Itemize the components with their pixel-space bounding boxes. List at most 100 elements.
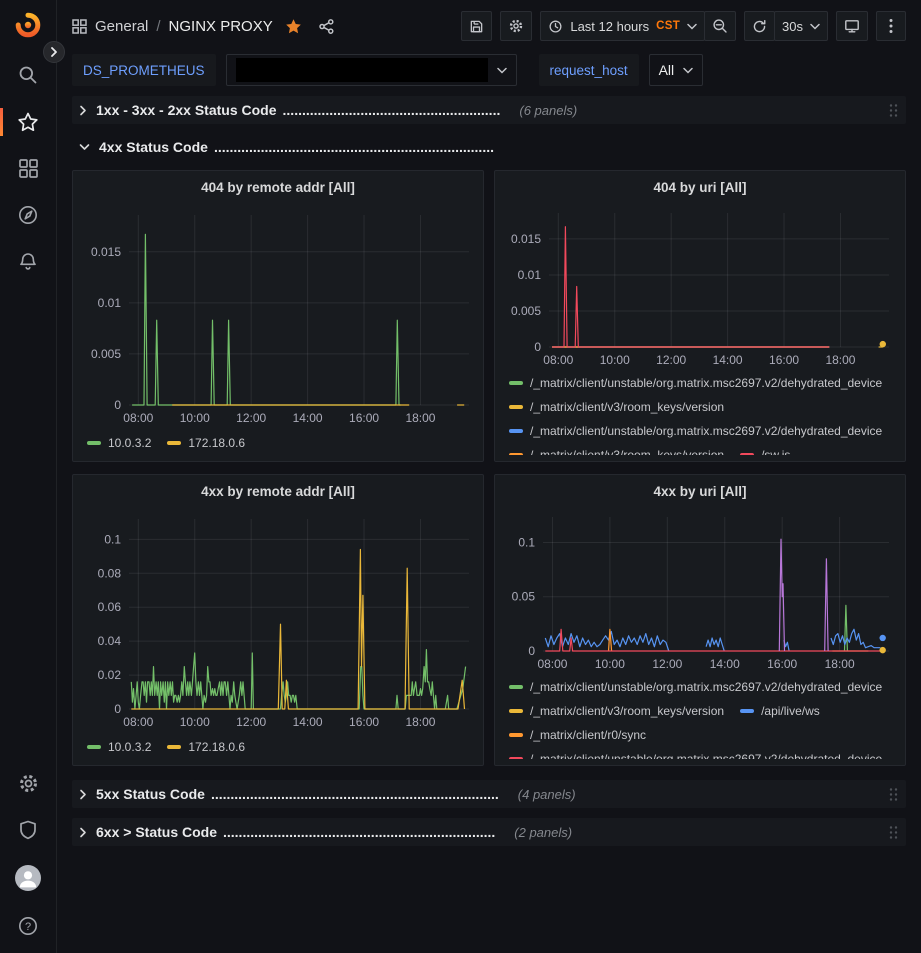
- sidebar-item-help[interactable]: ?: [0, 915, 56, 937]
- svg-text:18:00: 18:00: [825, 353, 855, 367]
- request-host-select[interactable]: All: [649, 54, 704, 86]
- svg-text:16:00: 16:00: [349, 715, 379, 729]
- row-drag-handle[interactable]: [889, 825, 898, 840]
- legend-series-label: /_matrix/client/unstable/org.matrix.msc2…: [530, 424, 882, 438]
- variables-bar: DS_PROMETHEUS request_host All: [72, 52, 906, 88]
- panel-4xx-by-remote-addr: 4xx by remote addr [All] 00.020.040.060.…: [72, 474, 484, 766]
- svg-text:0: 0: [114, 702, 121, 716]
- sidebar-item-alerting[interactable]: [0, 251, 56, 273]
- row-drag-handle[interactable]: [889, 103, 898, 118]
- row-panel-count: (6 panels): [519, 103, 577, 118]
- legend-series-swatch: [509, 709, 523, 713]
- timeseries-chart-404-by-remote-addr[interactable]: 00.0050.010.01508:0010:0012:0014:0016:00…: [81, 201, 477, 431]
- tv-mode-button[interactable]: [836, 11, 868, 41]
- panel-title[interactable]: 4xx by uri [All]: [503, 479, 897, 505]
- panel-title[interactable]: 4xx by remote addr [All]: [81, 479, 475, 505]
- dashboard-row-5xx[interactable]: 5xx Status Code ........................…: [72, 780, 906, 808]
- legend-item[interactable]: /_matrix/client/v3/room_keys/version: [509, 699, 724, 723]
- legend-series-label: /_matrix/client/unstable/org.matrix.msc2…: [530, 376, 882, 390]
- panel-title[interactable]: 404 by uri [All]: [503, 175, 897, 201]
- sidebar-nav: [0, 64, 56, 273]
- time-range-picker[interactable]: Last 12 hours CST: [540, 11, 705, 41]
- favorite-star-icon[interactable]: [285, 18, 302, 35]
- legend-series-swatch: [509, 453, 523, 455]
- legend-item[interactable]: /_matrix/client/r0/sync: [509, 723, 646, 747]
- star-icon: [17, 111, 39, 133]
- dashboards-grid-icon: [72, 19, 87, 34]
- svg-text:0: 0: [114, 398, 121, 412]
- row-title-dots: ........................................…: [223, 824, 495, 840]
- svg-text:0.05: 0.05: [512, 590, 536, 604]
- legend-item[interactable]: /_matrix/client/unstable/org.matrix.msc2…: [509, 675, 882, 699]
- save-dashboard-button[interactable]: [461, 11, 492, 41]
- variable-label-ds-prometheus[interactable]: DS_PROMETHEUS: [72, 54, 216, 86]
- legend-item[interactable]: 10.0.3.2: [87, 431, 151, 455]
- svg-text:0.01: 0.01: [98, 296, 122, 310]
- svg-text:10:00: 10:00: [595, 657, 625, 671]
- panel-title[interactable]: 404 by remote addr [All]: [81, 175, 475, 201]
- share-icon[interactable]: [318, 18, 335, 35]
- legend-item[interactable]: /_matrix/client/unstable/org.matrix.msc2…: [509, 747, 882, 759]
- dashboard-row-6xx[interactable]: 6xx > Status Code ......................…: [72, 818, 906, 846]
- svg-text:0.01: 0.01: [518, 268, 542, 282]
- chevron-down-icon: [810, 23, 820, 30]
- legend-item[interactable]: /sw.js: [740, 443, 790, 455]
- timeseries-chart-4xx-by-uri[interactable]: 00.050.108:0010:0012:0014:0016:0018:00: [503, 505, 899, 675]
- sidebar-item-dashboards[interactable]: [0, 158, 56, 179]
- breadcrumb-dashboard-title[interactable]: NGINX PROXY: [169, 18, 273, 35]
- row-drag-handle[interactable]: [889, 787, 898, 802]
- legend-item[interactable]: 172.18.0.6: [167, 735, 245, 759]
- timeseries-chart-4xx-by-remote-addr[interactable]: 00.020.040.060.080.108:0010:0012:0014:00…: [81, 505, 477, 735]
- svg-text:12:00: 12:00: [236, 715, 266, 729]
- datasource-select[interactable]: [226, 54, 517, 86]
- timeseries-chart-404-by-uri[interactable]: 00.0050.010.01508:0010:0012:0014:0016:00…: [503, 201, 899, 371]
- datasource-select-redacted-value: [236, 58, 488, 82]
- breadcrumb-folder[interactable]: General: [95, 18, 148, 35]
- legend-series-swatch: [509, 405, 523, 409]
- svg-text:?: ?: [25, 921, 31, 933]
- refresh-interval-picker[interactable]: 30s: [774, 11, 828, 41]
- sidebar-item-explore[interactable]: [0, 204, 56, 226]
- legend-item[interactable]: 172.18.0.6: [167, 431, 245, 455]
- legend-item[interactable]: /_matrix/client/unstable/org.matrix.msc2…: [509, 419, 882, 443]
- row-title: 6xx > Status Code: [96, 824, 217, 840]
- chart-legend: /_matrix/client/unstable/org.matrix.msc2…: [503, 371, 897, 455]
- sidebar-expand-button[interactable]: [43, 41, 65, 63]
- sidebar-item-starred[interactable]: [0, 111, 56, 133]
- grafana-logo-icon[interactable]: [15, 12, 41, 38]
- chevron-down-icon: [687, 23, 697, 30]
- main-content: General / NGINX PROXY: [56, 0, 921, 846]
- time-range-label: Last 12 hours: [570, 19, 649, 34]
- legend-series-label: /api/live/ws: [761, 704, 820, 718]
- sidebar-item-profile[interactable]: [0, 865, 56, 891]
- monitor-icon: [844, 18, 860, 34]
- dashboard-topbar: General / NGINX PROXY: [72, 0, 906, 52]
- dashboard-settings-button[interactable]: [500, 11, 532, 41]
- svg-text:0.015: 0.015: [91, 245, 121, 259]
- svg-text:08:00: 08:00: [537, 657, 567, 671]
- legend-item[interactable]: /_matrix/client/v3/room_keys/version: [509, 395, 724, 419]
- sidebar-item-configuration[interactable]: [0, 772, 56, 795]
- legend-item[interactable]: /api/live/ws: [740, 699, 820, 723]
- sidebar-item-search[interactable]: [0, 64, 56, 86]
- svg-text:14:00: 14:00: [710, 657, 740, 671]
- row-title: 1xx - 3xx - 2xx Status Code: [96, 102, 277, 118]
- dashboard-row-1xx-3xx-2xx[interactable]: 1xx - 3xx - 2xx Status Code ............…: [72, 96, 906, 124]
- legend-item[interactable]: 10.0.3.2: [87, 735, 151, 759]
- variable-label-request-host[interactable]: request_host: [539, 54, 639, 86]
- panel-404-by-uri: 404 by uri [All] 00.0050.010.01508:0010:…: [494, 170, 906, 462]
- kebab-menu-icon: [889, 18, 893, 34]
- legend-series-swatch: [740, 709, 754, 713]
- legend-series-label: 10.0.3.2: [108, 740, 151, 754]
- svg-text:0.02: 0.02: [98, 668, 122, 682]
- row-title-dots: ........................................…: [283, 102, 501, 118]
- zoom-out-time-button[interactable]: [704, 11, 736, 41]
- sidebar-item-server-admin[interactable]: [0, 819, 56, 841]
- row-title-dots: ........................................…: [214, 139, 494, 155]
- legend-item[interactable]: /_matrix/client/v3/room_keys/version: [509, 443, 724, 455]
- legend-item[interactable]: /_matrix/client/unstable/org.matrix.msc2…: [509, 371, 882, 395]
- more-options-button[interactable]: [876, 11, 906, 41]
- refresh-button[interactable]: [744, 11, 775, 41]
- dashboard-row-4xx[interactable]: 4xx Status Code ........................…: [72, 134, 906, 160]
- help-circle-icon: ?: [17, 915, 39, 937]
